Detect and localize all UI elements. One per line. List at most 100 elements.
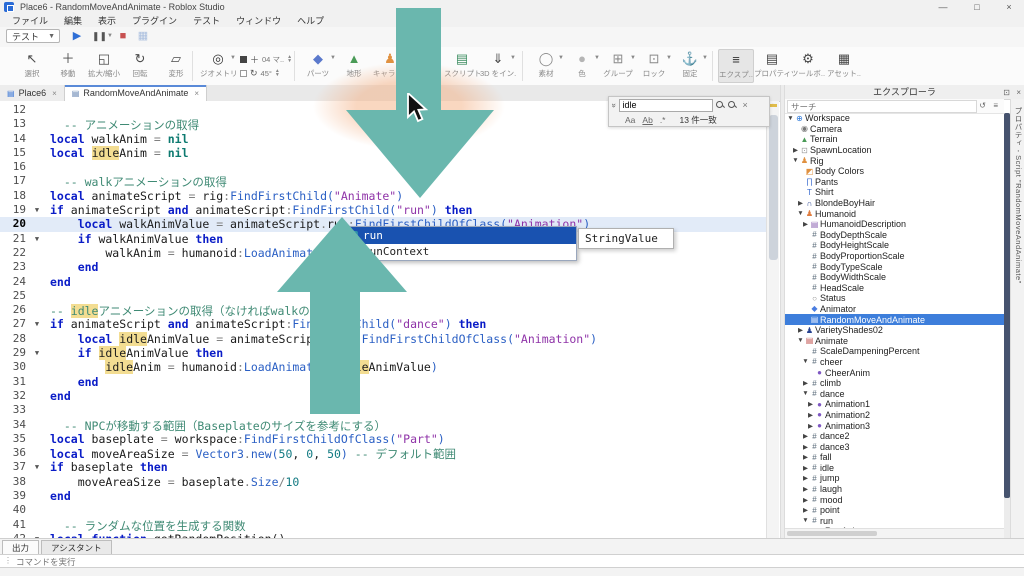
ribbon-button-geometry[interactable]: ◎ ▼ ジオメトリ: [200, 49, 236, 83]
tree-item[interactable]: ▶#dance2: [785, 431, 1004, 442]
code-line[interactable]: 18local animateScript = rig:FindFirstChi…: [0, 189, 766, 203]
tree-expander[interactable]: ▶: [792, 146, 799, 154]
tree-item[interactable]: ▶♟VarietyShades02: [785, 325, 1004, 336]
tree-item[interactable]: ○Status: [785, 293, 1004, 304]
tree-item[interactable]: ▼▤Animate: [785, 335, 1004, 346]
code-line[interactable]: 33: [0, 403, 766, 417]
menu-item[interactable]: テスト: [185, 14, 228, 27]
tree-item[interactable]: ▶▤HumanoidDescription: [785, 219, 1004, 230]
code-line[interactable]: 28 local idleAnimValue = animateScript.i…: [0, 332, 766, 346]
close-tab-icon[interactable]: ×: [52, 89, 57, 98]
tree-expander[interactable]: ▶: [807, 400, 814, 408]
editor-tab[interactable]: ▤RandomMoveAndAnimate×: [65, 85, 207, 101]
tree-item[interactable]: ▶#climb: [785, 378, 1004, 389]
tree-item[interactable]: ▶∩BlondeBoyHair: [785, 198, 1004, 209]
filter-icon[interactable]: ≡: [993, 101, 998, 110]
code-line[interactable]: 34 -- NPCが移動する範囲（Baseplateのサイズを参考にする）: [0, 418, 766, 432]
find-next-icon[interactable]: [716, 101, 725, 110]
code-line[interactable]: 32end: [0, 389, 766, 403]
ribbon-button-move[interactable]: ＋移動: [50, 49, 86, 83]
editor-scrollbar[interactable]: ▲: [766, 101, 779, 538]
tree-item[interactable]: ▶●Animation3: [785, 420, 1004, 431]
fold-arrow[interactable]: ▼: [30, 232, 44, 246]
fold-arrow[interactable]: ▼: [30, 346, 44, 360]
history-icon[interactable]: ↺: [979, 101, 986, 110]
tree-expander[interactable]: ▶: [802, 453, 809, 461]
close-button[interactable]: ×: [1002, 1, 1016, 13]
tree-expander[interactable]: ▶: [802, 506, 809, 514]
menu-item[interactable]: プラグイン: [124, 14, 185, 27]
code-line[interactable]: 23 end: [0, 260, 766, 274]
code-line[interactable]: 30 idleAnim = humanoid:LoadAnimation(idl…: [0, 360, 766, 374]
tree-expander[interactable]: ▶: [802, 432, 809, 440]
explorer-hscrollbar[interactable]: [785, 528, 1004, 538]
tree-expander[interactable]: ▶: [797, 199, 804, 207]
tree-expander[interactable]: ▶: [807, 411, 814, 419]
ribbon-button-script-add[interactable]: ▤スクリプト: [444, 49, 480, 83]
tree-expander[interactable]: ▶: [807, 422, 814, 430]
ribbon-button-lock[interactable]: ⊡▼ロック: [636, 49, 672, 83]
code-line[interactable]: 31 end: [0, 375, 766, 389]
tree-item[interactable]: #BodyWidthScale: [785, 272, 1004, 283]
explorer-search-input[interactable]: [787, 100, 977, 113]
tree-item[interactable]: #BodyProportionScale: [785, 251, 1004, 262]
tree-item[interactable]: ▶●Animation1: [785, 399, 1004, 410]
fold-arrow[interactable]: ▼: [30, 203, 44, 217]
rotate-snap-stepper[interactable]: ▲▼: [275, 69, 280, 77]
tree-item[interactable]: ◉Camera: [785, 124, 1004, 135]
find-previous-icon[interactable]: [728, 101, 737, 110]
tree-item[interactable]: ∏Pants: [785, 177, 1004, 188]
code-line[interactable]: 14local walkAnim = nil: [0, 132, 766, 146]
ribbon-button-material[interactable]: ◯▼素材: [528, 49, 564, 83]
tree-expander[interactable]: ▼: [797, 337, 804, 344]
tree-expander[interactable]: ▶: [802, 485, 809, 493]
test-mode-dropdown[interactable]: テスト▼: [6, 29, 60, 43]
close-panel-icon[interactable]: ×: [1016, 86, 1021, 100]
tree-item[interactable]: ◆Animator: [785, 304, 1004, 315]
tree-item[interactable]: ▼#cheer: [785, 357, 1004, 368]
code-line[interactable]: 40: [0, 503, 766, 517]
tree-item[interactable]: ▶⊡SpawnLocation: [785, 145, 1004, 156]
float-panel-icon[interactable]: ⊡: [1003, 86, 1010, 100]
ribbon-button-color[interactable]: ●▼色: [564, 49, 600, 83]
tree-expander[interactable]: ▼: [802, 390, 809, 397]
ribbon-button-anchor[interactable]: ⚓▼固定: [672, 49, 708, 83]
tree-item[interactable]: ▶#dance3: [785, 441, 1004, 452]
ribbon-button-terrain[interactable]: ▲地形: [336, 49, 372, 83]
code-line[interactable]: 16: [0, 160, 766, 174]
fold-arrow[interactable]: ▼: [30, 460, 44, 474]
code-line[interactable]: 38 moveAreaSize = baseplate.Size/10: [0, 475, 766, 489]
tree-expander[interactable]: ▼: [797, 210, 804, 217]
move-snap-checkbox[interactable]: [240, 56, 247, 63]
find-input[interactable]: [619, 99, 713, 112]
tree-item[interactable]: #HeadScale: [785, 283, 1004, 294]
code-line[interactable]: 27▼if animateScript and animateScript:Fi…: [0, 317, 766, 331]
tree-item[interactable]: ▼#dance: [785, 388, 1004, 399]
code-line[interactable]: 15local idleAnim = nil: [0, 146, 766, 160]
tree-item[interactable]: #BodyDepthScale: [785, 230, 1004, 241]
ribbon-button-assets[interactable]: ▦アセット..: [826, 49, 862, 83]
code-line[interactable]: 29▼ if idleAnimValue then: [0, 346, 766, 360]
code-line[interactable]: 37▼if baseplate then: [0, 460, 766, 474]
editor-tab[interactable]: ▤Place6×: [0, 85, 65, 101]
tree-item[interactable]: ▤RandomMoveAndAnimate: [785, 314, 1004, 325]
tree-item[interactable]: ▲Terrain: [785, 134, 1004, 145]
ribbon-button-part[interactable]: ◆▼パーツ: [300, 49, 336, 83]
minimize-button[interactable]: —: [936, 1, 950, 13]
tree-expander[interactable]: ▶: [802, 443, 809, 451]
code-line[interactable]: 36local moveAreaSize = Vector3.new(50, 0…: [0, 446, 766, 460]
rotate-snap-checkbox[interactable]: [240, 70, 247, 77]
menu-item[interactable]: 表示: [90, 14, 124, 27]
ribbon-button-transform[interactable]: ▱変形: [158, 49, 194, 83]
tree-expander[interactable]: ▼: [802, 358, 809, 365]
tree-item[interactable]: ▶#mood: [785, 494, 1004, 505]
code-line[interactable]: 19▼if animateScript and animateScript:Fi…: [0, 203, 766, 217]
close-find-icon[interactable]: ×: [742, 100, 747, 110]
ribbon-button-rotate[interactable]: ↻回転: [122, 49, 158, 83]
menu-item[interactable]: ファイル: [4, 14, 56, 27]
find-option[interactable]: .*: [660, 115, 666, 125]
tree-expander[interactable]: ▶: [802, 496, 809, 504]
code-line[interactable]: 35local baseplate = workspace:FindFirstC…: [0, 432, 766, 446]
tree-expander[interactable]: ▶: [802, 464, 809, 472]
expand-find-icon[interactable]: »: [610, 103, 619, 107]
